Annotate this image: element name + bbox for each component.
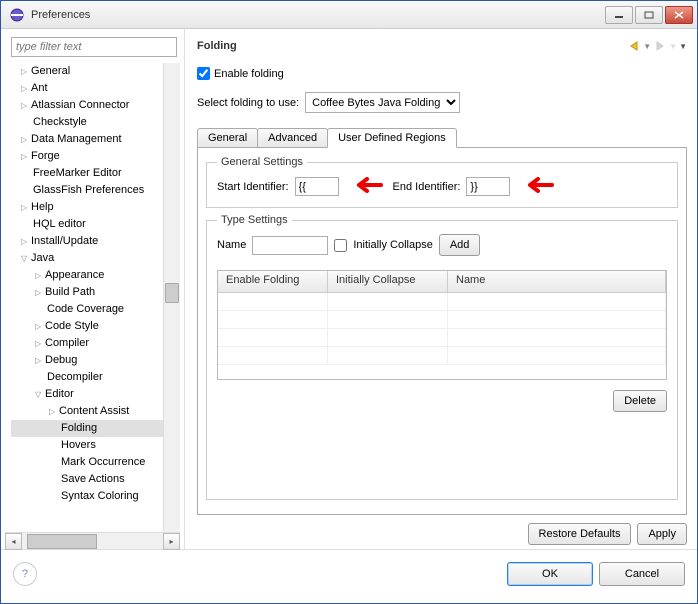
tree-item[interactable]: Hovers bbox=[11, 437, 174, 454]
sidebar: GeneralAntAtlassian ConnectorCheckstyleD… bbox=[1, 29, 185, 549]
table-col-collapse[interactable]: Initially Collapse bbox=[328, 271, 448, 292]
tree-item[interactable]: FreeMarker Editor bbox=[11, 165, 174, 182]
name-label: Name bbox=[217, 239, 246, 251]
apply-button[interactable]: Apply bbox=[637, 523, 687, 545]
tab-advanced[interactable]: Advanced bbox=[257, 128, 328, 148]
help-button[interactable]: ? bbox=[13, 562, 37, 586]
forward-button[interactable]: ▼ bbox=[653, 40, 677, 52]
tree-item[interactable]: Debug bbox=[11, 352, 174, 369]
tree-item[interactable]: Java bbox=[11, 250, 174, 267]
tree-item[interactable]: Ant bbox=[11, 80, 174, 97]
table-col-name[interactable]: Name bbox=[448, 271, 666, 292]
tab-general[interactable]: General bbox=[197, 128, 258, 148]
tree-item[interactable]: Syntax Coloring bbox=[11, 488, 174, 505]
back-button[interactable]: ▼ bbox=[627, 40, 651, 52]
window-title: Preferences bbox=[31, 9, 605, 21]
tree-item[interactable]: Atlassian Connector bbox=[11, 97, 174, 114]
tree-item[interactable]: Data Management bbox=[11, 131, 174, 148]
tree-item[interactable]: Help bbox=[11, 199, 174, 216]
tree-item[interactable]: Folding bbox=[11, 420, 174, 437]
filter-input[interactable] bbox=[11, 37, 177, 57]
tree-item[interactable]: Content Assist bbox=[11, 403, 174, 420]
tab-user-defined-regions[interactable]: User Defined Regions bbox=[327, 128, 457, 148]
end-identifier-input[interactable] bbox=[466, 177, 510, 196]
minimize-button[interactable] bbox=[605, 6, 633, 24]
tree-item[interactable]: Code Coverage bbox=[11, 301, 174, 318]
tree-item[interactable]: General bbox=[11, 63, 174, 80]
tree-item[interactable]: Checkstyle bbox=[11, 114, 174, 131]
annotation-arrow-icon bbox=[520, 176, 554, 197]
restore-defaults-button[interactable]: Restore Defaults bbox=[528, 523, 632, 545]
menu-dropdown[interactable]: ▼ bbox=[679, 42, 687, 51]
tree-item[interactable]: HQL editor bbox=[11, 216, 174, 233]
tab-content: General Settings Start Identifier: End I… bbox=[197, 147, 687, 515]
regions-table[interactable]: Enable Folding Initially Collapse Name bbox=[217, 270, 667, 380]
tree-scrollbar-vertical[interactable] bbox=[163, 63, 180, 532]
tree-item[interactable]: Forge bbox=[11, 148, 174, 165]
tree-item[interactable]: Mark Occurrence bbox=[11, 454, 174, 471]
table-col-enable[interactable]: Enable Folding bbox=[218, 271, 328, 292]
tree-item[interactable]: GlassFish Preferences bbox=[11, 182, 174, 199]
tree-item[interactable]: Install/Update bbox=[11, 233, 174, 250]
tree-scrollbar-horizontal[interactable]: ◂▸ bbox=[5, 532, 180, 549]
close-button[interactable] bbox=[665, 6, 693, 24]
main-panel: Folding ▼ ▼ ▼ Enable folding Select fold… bbox=[185, 29, 697, 549]
initially-collapse-label: Initially Collapse bbox=[353, 239, 432, 251]
tree-item[interactable]: Build Path bbox=[11, 284, 174, 301]
ok-button[interactable]: OK bbox=[507, 562, 593, 586]
select-folding-label: Select folding to use: bbox=[197, 97, 299, 109]
add-button[interactable]: Add bbox=[439, 234, 481, 256]
page-title: Folding bbox=[197, 40, 627, 52]
tree-item[interactable]: Save Actions bbox=[11, 471, 174, 488]
type-settings-legend: Type Settings bbox=[217, 214, 292, 226]
annotation-arrow-icon bbox=[349, 176, 383, 197]
folding-provider-select[interactable]: Coffee Bytes Java Folding bbox=[305, 92, 460, 113]
tree-item[interactable]: Compiler bbox=[11, 335, 174, 352]
name-input[interactable] bbox=[252, 236, 328, 255]
end-identifier-label: End Identifier: bbox=[393, 181, 461, 193]
app-icon bbox=[9, 7, 25, 23]
enable-folding-label: Enable folding bbox=[214, 68, 284, 80]
type-settings-group: Type Settings Name Initially Collapse Ad… bbox=[206, 214, 678, 500]
maximize-button[interactable] bbox=[635, 6, 663, 24]
preferences-tree[interactable]: GeneralAntAtlassian ConnectorCheckstyleD… bbox=[5, 63, 180, 532]
tree-item[interactable]: Code Style bbox=[11, 318, 174, 335]
initially-collapse-checkbox[interactable] bbox=[334, 239, 347, 252]
tree-item[interactable]: Editor bbox=[11, 386, 174, 403]
titlebar: Preferences bbox=[1, 1, 697, 29]
tree-item[interactable]: Decompiler bbox=[11, 369, 174, 386]
cancel-button[interactable]: Cancel bbox=[599, 562, 685, 586]
general-settings-legend: General Settings bbox=[217, 156, 307, 168]
tree-item[interactable]: Appearance bbox=[11, 267, 174, 284]
general-settings-group: General Settings Start Identifier: End I… bbox=[206, 156, 678, 208]
enable-folding-checkbox[interactable] bbox=[197, 67, 210, 80]
start-identifier-label: Start Identifier: bbox=[217, 181, 289, 193]
start-identifier-input[interactable] bbox=[295, 177, 339, 196]
delete-button[interactable]: Delete bbox=[613, 390, 667, 412]
footer: ? OK Cancel bbox=[1, 549, 697, 597]
